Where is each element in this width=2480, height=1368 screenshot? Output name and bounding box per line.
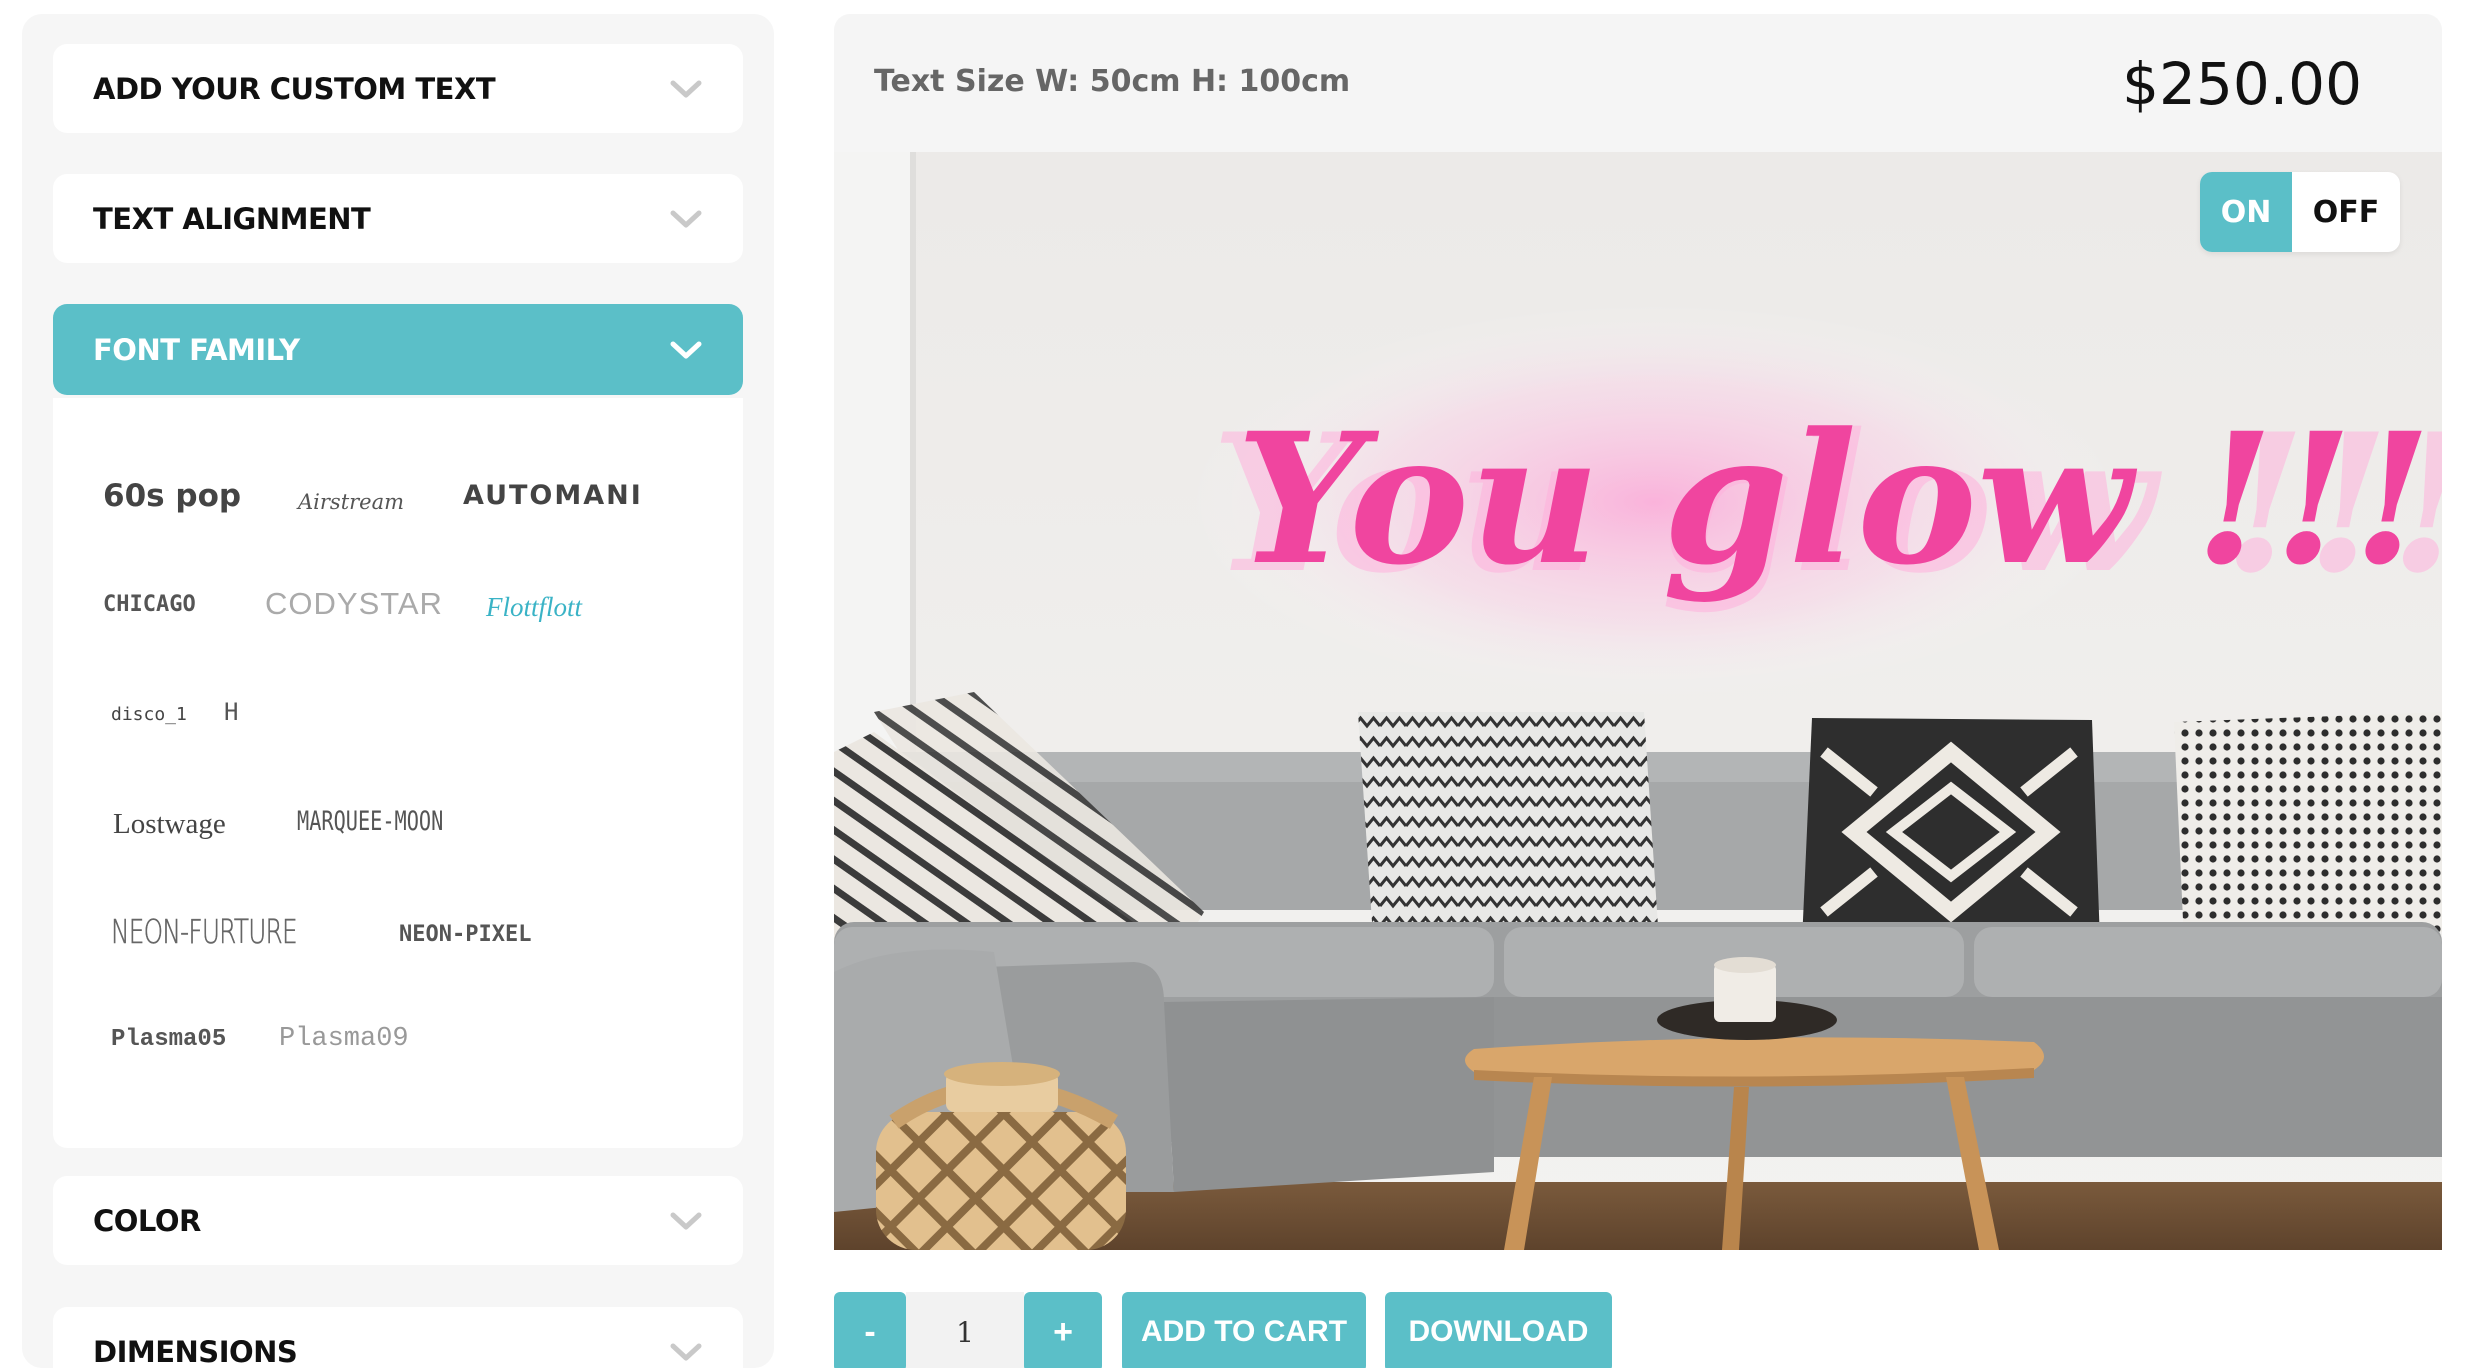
font-option-neon-furture[interactable]: NEON-FURTURE (111, 912, 298, 952)
quantity-input[interactable]: 1 (906, 1292, 1024, 1368)
font-option-neon-pixel[interactable]: NEON-PIXEL (399, 922, 531, 947)
chevron-down-icon (670, 1343, 702, 1360)
font-option-plasma09[interactable]: Plasma09 (279, 1024, 409, 1054)
quantity-decrease-button[interactable]: - (834, 1292, 906, 1368)
accordion-label: COLOR (93, 1203, 201, 1238)
chevron-down-icon (670, 80, 702, 97)
accordion-custom-text[interactable]: ADD YOUR CUSTOM TEXT (53, 44, 743, 133)
accordion-label: TEXT ALIGNMENT (93, 201, 371, 236)
font-option-codystar[interactable]: CODYSTAR (265, 586, 443, 622)
text-size-label: Text Size W: 50cm H: 100cm (874, 64, 1351, 99)
download-button[interactable]: DOWNLOAD (1385, 1292, 1612, 1368)
font-option-60s-pop[interactable]: 60s pop (103, 478, 241, 514)
living-room-image: You glow !!! You glow !!! (834, 152, 2442, 1250)
accordion-font-family[interactable]: FONT FAMILY (53, 304, 743, 395)
accordion-label: FONT FAMILY (93, 332, 300, 367)
font-option-lostwage[interactable]: Lostwage (113, 808, 226, 841)
chevron-down-icon (670, 210, 702, 227)
light-toggle[interactable]: ON OFF (2200, 172, 2400, 252)
pillow-zigzag (1358, 712, 1659, 952)
product-header: Text Size W: 50cm H: 100cm $250.00 (834, 14, 2442, 152)
toggle-off[interactable]: OFF (2292, 172, 2400, 252)
accordion-text-alignment[interactable]: TEXT ALIGNMENT (53, 174, 743, 263)
accordion-label: ADD YOUR CUSTOM TEXT (93, 71, 496, 106)
sign-preview: You glow !!! You glow !!! ON OFF (834, 152, 2442, 1250)
pillow-dots (2174, 712, 2442, 942)
font-option-h[interactable]: H (224, 698, 238, 726)
font-option-disco[interactable]: disco_1 (111, 704, 187, 725)
font-option-flottflott[interactable]: Flottflott (486, 592, 582, 623)
font-options-grid: 60s pop Airstream AUTOMANI CHICAGO CODYS… (53, 398, 743, 1148)
font-option-marquee-moon[interactable]: MARQUEE-MOON (297, 806, 443, 837)
neon-text: You glow !!! (1236, 394, 2431, 605)
accordion-dimensions[interactable]: DIMENSIONS (53, 1307, 743, 1368)
accordion-color[interactable]: COLOR (53, 1176, 743, 1265)
font-option-plasma05[interactable]: Plasma05 (111, 1026, 226, 1053)
pillow-geometric (1802, 718, 2100, 942)
quantity-increase-button[interactable]: + (1024, 1292, 1102, 1368)
options-panel: ADD YOUR CUSTOM TEXT TEXT ALIGNMENT FONT… (22, 14, 774, 1368)
add-to-cart-button[interactable]: ADD TO CART (1122, 1292, 1366, 1368)
font-option-automani[interactable]: AUTOMANI (463, 480, 643, 511)
font-option-chicago[interactable]: CHICAGO (103, 592, 196, 617)
accordion-label: DIMENSIONS (93, 1334, 298, 1368)
chevron-down-icon (670, 1212, 702, 1229)
toggle-on[interactable]: ON (2200, 172, 2292, 252)
chevron-down-icon (670, 341, 702, 358)
font-option-airstream[interactable]: Airstream (298, 490, 404, 514)
price: $250.00 (2122, 50, 2362, 118)
